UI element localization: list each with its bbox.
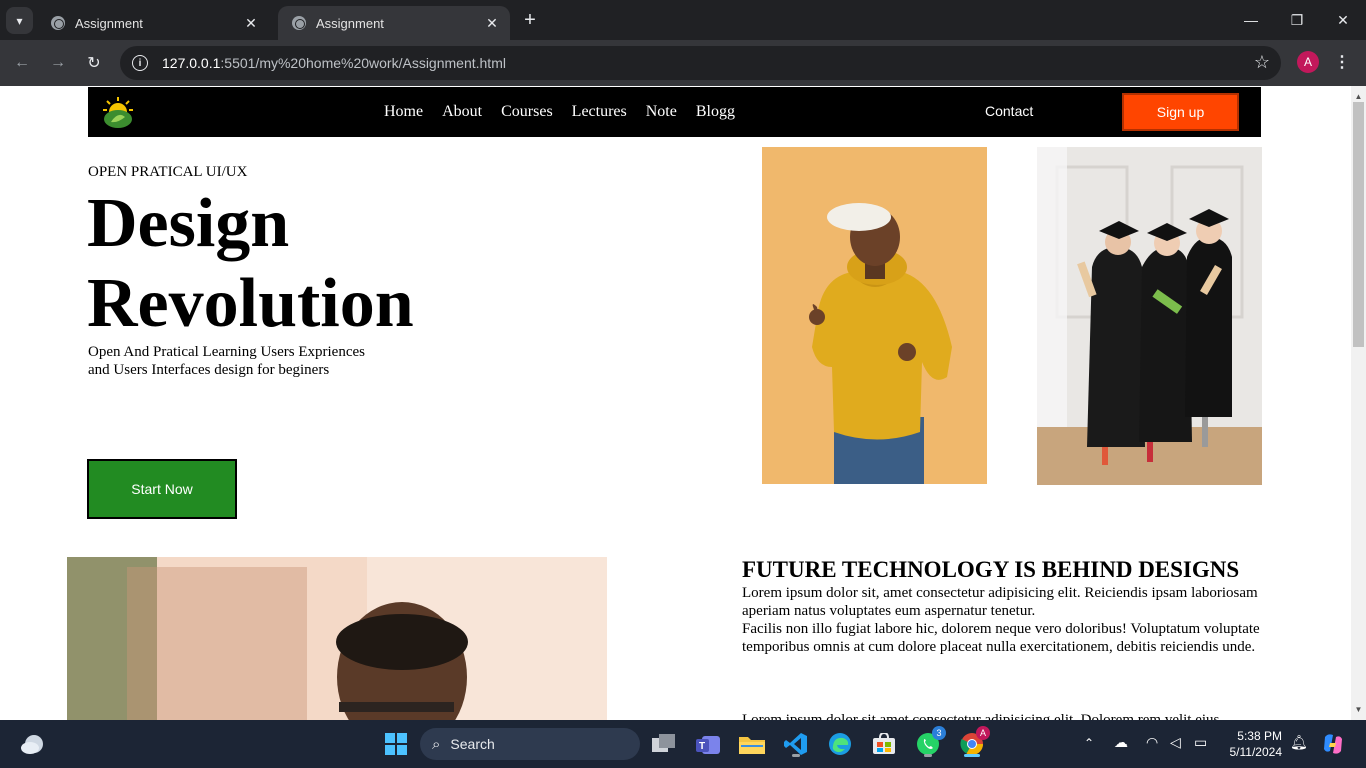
site-info-icon[interactable]: i [132, 55, 148, 71]
taskbar-search-input[interactable]: ⌕ Search [420, 728, 640, 760]
man-illustration [67, 557, 607, 720]
close-tab-icon[interactable]: ✕ [243, 15, 259, 32]
running-indicator [792, 754, 800, 757]
minimize-button[interactable]: — [1228, 0, 1274, 40]
hero-eyebrow: OPEN PRATICAL UI/UX [88, 164, 248, 180]
hero-photo-graduates [1037, 147, 1262, 485]
tab-title: Assignment [75, 15, 143, 31]
task-view-icon[interactable] [648, 728, 680, 760]
tab-title: Assignment [316, 15, 384, 31]
browser-tab-1[interactable]: Assignment ✕ [37, 6, 269, 40]
browser-toolbar: ← → ↻ i 127.0.0.1:5501/my%20home%20work/… [0, 40, 1366, 86]
search-icon: ⌕ [432, 735, 441, 753]
section-photo-man [67, 557, 607, 720]
windows-taskbar: ⌕ Search T 3 A ⌃ ☁ ◠ ◁ ▭ 5:38 PM 5/11/20… [0, 720, 1366, 768]
scrollbar-thumb[interactable] [1353, 102, 1364, 347]
start-now-button[interactable]: Start Now [87, 459, 237, 519]
whatsapp-notification-badge: 3 [932, 726, 946, 740]
reload-button[interactable]: ↻ [82, 51, 106, 75]
page-viewport: Home About Courses Lectures Note Blogg C… [0, 86, 1366, 720]
edge-icon[interactable] [824, 728, 856, 760]
site-navbar: Home About Courses Lectures Note Blogg C… [88, 87, 1261, 137]
hero-photo-student [762, 147, 987, 484]
signup-button[interactable]: Sign up [1122, 93, 1239, 131]
hero-title-line-1: Design [87, 185, 290, 262]
show-hidden-icons-icon[interactable]: ⌃ [1084, 736, 1094, 750]
nav-link-lectures[interactable]: Lectures [572, 103, 627, 121]
clock-time: 5:38 PM [1237, 729, 1282, 743]
globe-icon [292, 16, 306, 30]
running-indicator-active [964, 754, 980, 757]
hero-title-line-2: Revolution [87, 265, 414, 342]
graduates-illustration [1037, 147, 1262, 485]
page-scrollbar[interactable]: ▲ ▼ [1351, 86, 1366, 720]
chrome-profile-badge: A [976, 726, 990, 740]
forward-button[interactable]: → [46, 51, 70, 75]
new-tab-button[interactable]: + [518, 8, 542, 32]
profile-avatar[interactable]: A [1297, 51, 1319, 73]
back-button[interactable]: ← [10, 51, 34, 75]
hero-title: Design Revolution [87, 184, 507, 344]
copilot-icon[interactable] [1318, 728, 1348, 760]
contact-link[interactable]: Contact [985, 103, 1033, 119]
vscode-icon[interactable] [780, 728, 812, 760]
student-illustration [762, 147, 987, 484]
globe-icon [51, 16, 65, 30]
svg-text:T: T [699, 741, 705, 752]
store-icon[interactable] [868, 728, 900, 760]
wifi-icon[interactable]: ◠ [1146, 734, 1158, 751]
whatsapp-icon[interactable]: 3 [912, 726, 946, 760]
tab-search-button[interactable]: ▾ [6, 7, 33, 34]
nav-link-blogg[interactable]: Blogg [696, 103, 735, 121]
weather-icon[interactable] [20, 732, 46, 756]
scroll-down-arrow-icon[interactable]: ▼ [1351, 702, 1366, 717]
chrome-icon[interactable]: A [956, 726, 990, 760]
bookmark-star-icon[interactable]: ☆ [1254, 52, 1270, 73]
hero-subtitle-line-2: and Users Interfaces design for beginers [88, 362, 330, 378]
url-path: :5501/my%20home%20work/Assignment.html [220, 55, 506, 71]
hero-subtitle-line-1: Open And Pratical Learning Users Exprien… [88, 344, 365, 360]
close-window-button[interactable]: ✕ [1320, 0, 1366, 40]
logo-icon [103, 97, 133, 128]
url-host: 127.0.0.1 [162, 55, 221, 71]
hero-subtitle: Open And Pratical Learning Users Exprien… [88, 343, 408, 379]
browser-tab-bar: ▾ Assignment ✕ Assignment ✕ + — ❐ ✕ [0, 0, 1366, 40]
nav-link-about[interactable]: About [442, 103, 482, 121]
section-paragraph-3: Lorem ipsum dolor sit amet consectetur a… [742, 712, 1220, 720]
section-paragraph-2: Facilis non illo fugiat labore hic, dolo… [742, 621, 1260, 655]
notification-bell-icon[interactable]: 🔔︎ [1290, 734, 1308, 751]
system-clock[interactable]: 5:38 PM 5/11/2024 [1222, 728, 1283, 760]
windows-start-icon[interactable] [380, 728, 412, 760]
main-menu: Home About Courses Lectures Note Blogg [384, 87, 735, 137]
close-tab-icon[interactable]: ✕ [484, 15, 500, 32]
nav-link-note[interactable]: Note [646, 103, 677, 121]
section-paragraph-1: Lorem ipsum dolor sit, amet consectetur … [742, 585, 1258, 619]
file-explorer-icon[interactable] [736, 728, 768, 760]
volume-icon[interactable]: ◁ [1170, 734, 1181, 751]
onedrive-icon[interactable]: ☁ [1114, 734, 1128, 751]
url-text[interactable]: 127.0.0.1:5501/my%20home%20work/Assignme… [162, 55, 506, 71]
restore-button[interactable]: ❐ [1274, 0, 1320, 40]
nav-link-courses[interactable]: Courses [501, 103, 553, 121]
running-indicator [924, 754, 932, 757]
section-title: FUTURE TECHNOLOGY IS BEHIND DESIGNS [742, 557, 1240, 582]
nav-link-home[interactable]: Home [384, 103, 423, 121]
battery-icon[interactable]: ▭ [1194, 734, 1207, 751]
browser-menu-icon[interactable]: ⋮ [1334, 52, 1350, 72]
clock-date: 5/11/2024 [1229, 745, 1283, 759]
address-bar[interactable]: i 127.0.0.1:5501/my%20home%20work/Assign… [120, 46, 1281, 80]
teams-icon[interactable]: T [692, 728, 724, 760]
browser-tab-2[interactable]: Assignment ✕ [278, 6, 510, 40]
search-placeholder: Search [450, 736, 495, 752]
